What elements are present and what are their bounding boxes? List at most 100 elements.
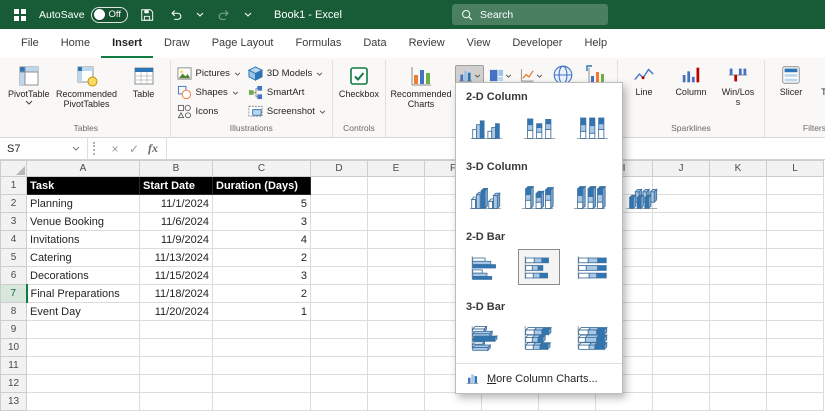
cell-L6[interactable] — [767, 267, 824, 285]
sparkline-winloss-button[interactable]: Win/Loss — [715, 61, 761, 122]
cell-J7[interactable] — [653, 285, 710, 303]
chart-type-clustered-column-option[interactable] — [465, 109, 506, 145]
timeline-button[interactable]: Timeline — [815, 61, 825, 122]
cell-K10[interactable] — [710, 339, 767, 357]
cell-E8[interactable] — [368, 303, 425, 321]
cell-B7[interactable]: 11/18/2024 — [140, 285, 213, 303]
chart-type-3d-stacked-column-option[interactable] — [517, 179, 557, 215]
cell-C11[interactable] — [213, 357, 311, 375]
row-header-13[interactable]: 13 — [1, 393, 27, 411]
recommended-pivottables-button[interactable]: Recommended PivotTables — [54, 61, 120, 122]
cell-D2[interactable] — [311, 195, 368, 213]
redo-button[interactable] — [214, 5, 234, 25]
cell-K4[interactable] — [710, 231, 767, 249]
cell-B3[interactable]: 11/6/2024 — [140, 213, 213, 231]
cell-D3[interactable] — [311, 213, 368, 231]
chart-type-3d-stacked-bar-option[interactable] — [518, 319, 559, 355]
cell-C2[interactable]: 5 — [213, 195, 311, 213]
undo-dropdown-chevron-icon[interactable] — [195, 5, 205, 25]
chart-type-3d-stacked-100-bar-option[interactable] — [572, 319, 613, 355]
tab-view[interactable]: View — [456, 29, 502, 58]
cell-E6[interactable] — [368, 267, 425, 285]
select-all-button[interactable] — [1, 161, 27, 177]
cell-K9[interactable] — [710, 321, 767, 339]
cell-E10[interactable] — [368, 339, 425, 357]
cell-E11[interactable] — [368, 357, 425, 375]
cell-I13[interactable] — [596, 393, 653, 411]
cell-J13[interactable] — [653, 393, 710, 411]
chart-type-stacked-100-bar-option[interactable] — [572, 249, 613, 285]
tab-data[interactable]: Data — [352, 29, 397, 58]
row-header-3[interactable]: 3 — [1, 213, 27, 231]
cell-F13[interactable] — [425, 393, 482, 411]
cell-L3[interactable] — [767, 213, 824, 231]
cell-J10[interactable] — [653, 339, 710, 357]
tab-developer[interactable]: Developer — [501, 29, 573, 58]
cell-L8[interactable] — [767, 303, 824, 321]
tab-insert[interactable]: Insert — [101, 29, 153, 58]
cell-K6[interactable] — [710, 267, 767, 285]
cell-E2[interactable] — [368, 195, 425, 213]
chart-type-3d-stacked-100-column-option[interactable] — [569, 179, 609, 215]
row-header-5[interactable]: 5 — [1, 249, 27, 267]
sparkline-column-button[interactable]: Column — [668, 61, 714, 122]
cell-E4[interactable] — [368, 231, 425, 249]
cell-C1[interactable]: Duration (Days) — [213, 177, 311, 195]
cell-E12[interactable] — [368, 375, 425, 393]
tab-page-layout[interactable]: Page Layout — [201, 29, 285, 58]
cell-B12[interactable] — [140, 375, 213, 393]
save-button[interactable] — [137, 5, 157, 25]
cell-A8[interactable]: Event Day — [27, 303, 140, 321]
pivottable-button[interactable]: PivotTable — [5, 61, 53, 122]
cell-B13[interactable] — [140, 393, 213, 411]
cell-E1[interactable] — [368, 177, 425, 195]
cell-J12[interactable] — [653, 375, 710, 393]
cell-K13[interactable] — [710, 393, 767, 411]
name-box[interactable]: S7 — [0, 138, 88, 159]
screenshot-button[interactable]: Screenshot — [245, 102, 329, 121]
cell-E3[interactable] — [368, 213, 425, 231]
tab-review[interactable]: Review — [398, 29, 456, 58]
row-header-2[interactable]: 2 — [1, 195, 27, 213]
cell-C5[interactable]: 2 — [213, 249, 311, 267]
app-launcher-icon[interactable] — [10, 5, 30, 25]
cell-C9[interactable] — [213, 321, 311, 339]
chart-type-stacked-bar-option[interactable] — [518, 249, 559, 285]
cell-A9[interactable] — [27, 321, 140, 339]
column-header-J[interactable]: J — [653, 161, 710, 177]
cell-A3[interactable]: Venue Booking — [27, 213, 140, 231]
cell-J8[interactable] — [653, 303, 710, 321]
cell-C4[interactable]: 4 — [213, 231, 311, 249]
chart-type-3d-clustered-bar-option[interactable] — [465, 319, 506, 355]
cell-A4[interactable]: Invitations — [27, 231, 140, 249]
cell-J9[interactable] — [653, 321, 710, 339]
chart-type-stacked-column-option[interactable] — [518, 109, 559, 145]
tab-help[interactable]: Help — [573, 29, 618, 58]
cell-D1[interactable] — [311, 177, 368, 195]
row-header-8[interactable]: 8 — [1, 303, 27, 321]
cell-B5[interactable]: 11/13/2024 — [140, 249, 213, 267]
cell-L7[interactable] — [767, 285, 824, 303]
row-header-9[interactable]: 9 — [1, 321, 27, 339]
chart-type-3d-column-option[interactable] — [621, 179, 661, 215]
cell-L12[interactable] — [767, 375, 824, 393]
formula-bar-drag-handle[interactable] — [93, 142, 97, 155]
cell-D8[interactable] — [311, 303, 368, 321]
column-header-K[interactable]: K — [710, 161, 767, 177]
cell-D7[interactable] — [311, 285, 368, 303]
cell-D9[interactable] — [311, 321, 368, 339]
cell-B6[interactable]: 11/15/2024 — [140, 267, 213, 285]
cell-B1[interactable]: Start Date — [140, 177, 213, 195]
cell-J4[interactable] — [653, 231, 710, 249]
cell-K7[interactable] — [710, 285, 767, 303]
row-header-1[interactable]: 1 — [1, 177, 27, 195]
cell-B4[interactable]: 11/9/2024 — [140, 231, 213, 249]
chart-type-stacked-100-column-option[interactable] — [572, 109, 613, 145]
cell-J2[interactable] — [653, 195, 710, 213]
cell-K8[interactable] — [710, 303, 767, 321]
cell-G13[interactable] — [482, 393, 539, 411]
cell-A12[interactable] — [27, 375, 140, 393]
cell-L13[interactable] — [767, 393, 824, 411]
chart-type-3d-clustered-column-option[interactable] — [465, 179, 505, 215]
row-header-10[interactable]: 10 — [1, 339, 27, 357]
